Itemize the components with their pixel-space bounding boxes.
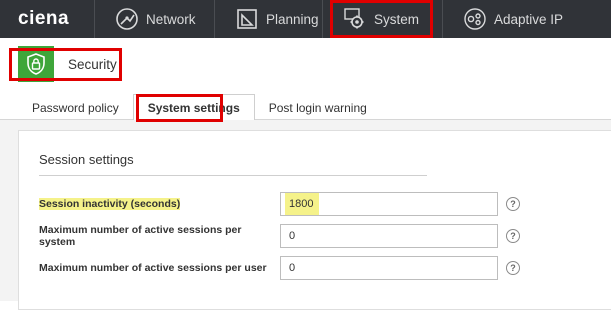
settings-tabs: Password policy System settings Post log… [18,94,381,120]
tab-password-policy[interactable]: Password policy [18,96,133,120]
max-sessions-user-label: Maximum number of active sessions per us… [39,262,267,274]
planning-icon [235,7,259,31]
session-inactivity-label: Session inactivity (seconds) [39,198,280,210]
nav-label-network: Network [146,11,196,27]
adaptive-ip-icon [463,7,487,31]
session-inactivity-input[interactable] [280,192,498,216]
help-icon[interactable]: ? [506,261,520,275]
setting-row-session-inactivity: Session inactivity (seconds) ? [39,192,599,216]
session-inactivity-label-text: Session inactivity (seconds) [39,198,181,210]
logo-text: ciena [18,8,70,29]
max-sessions-user-input[interactable] [280,256,498,280]
help-icon[interactable]: ? [506,229,520,243]
tab-label: Post login warning [268,101,367,115]
top-navigation-bar: ciena Network Planning System Adaptive I… [0,0,611,38]
tab-post-login-warning[interactable]: Post login warning [255,96,381,120]
setting-row-max-sessions-user: Maximum number of active sessions per us… [39,256,599,280]
tab-system-settings[interactable]: System settings [132,94,255,120]
shield-lock-icon [18,46,54,82]
nav-label-planning: Planning [266,11,319,27]
tab-label: Password policy [32,101,119,115]
network-icon [115,7,139,31]
session-settings-panel: Session settings Session inactivity (sec… [18,130,611,310]
nav-label-adaptive-ip: Adaptive IP [494,11,564,27]
app-header: Security [8,46,117,82]
ciena-logo[interactable]: ciena [0,0,95,38]
nav-item-planning[interactable]: Planning [215,0,323,38]
page-title: Security [68,56,117,72]
help-icon[interactable]: ? [506,197,520,211]
nav-item-network[interactable]: Network [95,0,215,38]
nav-label-system: System [374,11,420,27]
max-sessions-system-label: Maximum number of active sessions per sy… [39,224,242,248]
nav-item-adaptive-ip[interactable]: Adaptive IP [443,0,611,38]
max-sessions-system-input[interactable] [280,224,498,248]
nav-item-system[interactable]: System [323,0,443,38]
setting-row-max-sessions-system: Maximum number of active sessions per sy… [39,224,599,248]
section-title: Session settings [39,152,134,167]
tab-label: System settings [147,100,240,115]
section-divider [39,175,427,176]
gear-icon [343,7,367,31]
